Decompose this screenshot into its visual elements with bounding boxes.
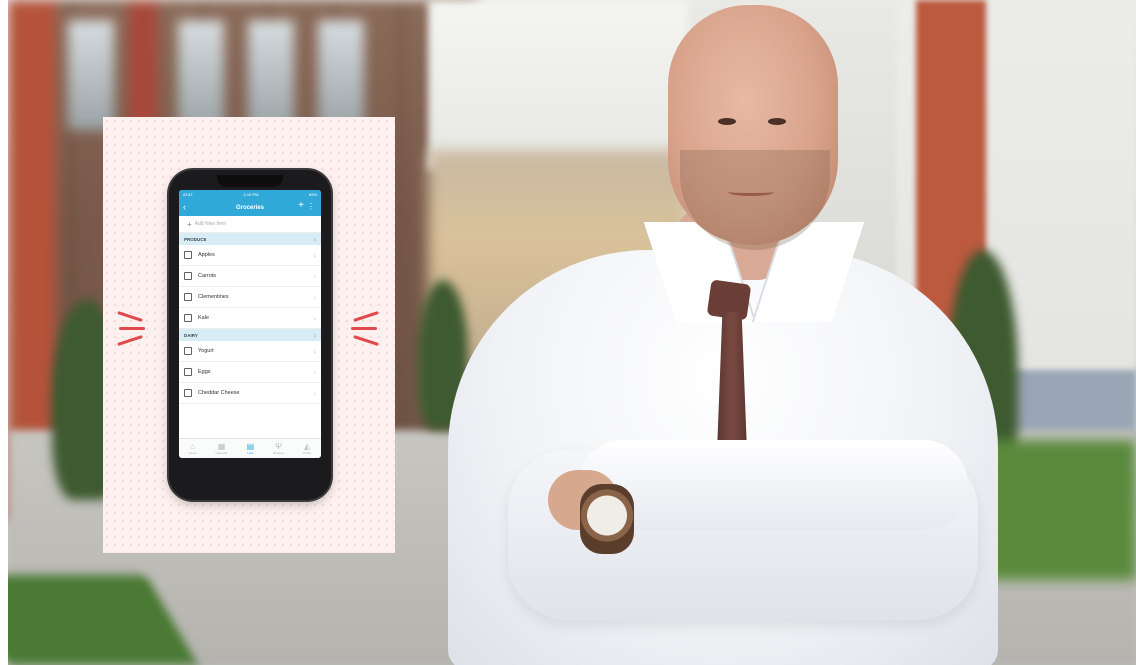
app-promo-card: AT&T 2:19 PM 69% ‹ Groceries + ⋮ + Add N… (103, 117, 395, 553)
app-screen: AT&T 2:19 PM 69% ‹ Groceries + ⋮ + Add N… (179, 190, 321, 458)
list-item[interactable]: Kale 1 (179, 308, 321, 329)
section-header-dairy[interactable]: DAIRY 3 (179, 329, 321, 341)
checkbox[interactable] (184, 368, 192, 376)
tab-label: Home (188, 451, 197, 455)
nav-bar: ‹ Groceries + ⋮ (179, 199, 321, 216)
tab-bar: ⌂ Home ▦ Calendar ▤ Lists Ψ Recipes ◭ Pr… (179, 438, 321, 458)
checkbox[interactable] (184, 293, 192, 301)
item-label: Yogurt (198, 348, 214, 354)
man-with-crossed-arms (428, 0, 1028, 665)
plus-icon: + (187, 219, 192, 229)
tab-recipes[interactable]: Ψ Recipes (273, 442, 284, 455)
checkbox[interactable] (184, 251, 192, 259)
tab-home[interactable]: ⌂ Home (188, 442, 196, 455)
item-label: Eggs (198, 369, 211, 375)
list-item[interactable]: Cheddar Cheese 1 (179, 383, 321, 404)
phone-notch (217, 175, 283, 187)
more-icon[interactable]: ⋮ (307, 202, 315, 212)
list-item[interactable]: Apples 1 (179, 245, 321, 266)
add-item-input[interactable]: + Add New Item (179, 216, 321, 233)
list-item[interactable]: Eggs 1 (179, 362, 321, 383)
tab-profile[interactable]: ◭ Profile (303, 442, 312, 455)
tab-lists[interactable]: ▤ Lists (247, 442, 255, 455)
item-label: Kale (198, 315, 210, 321)
burst-right-icon (351, 309, 381, 349)
item-qty: 1 (313, 390, 316, 396)
burst-left-icon (117, 309, 147, 349)
section-count: 4 (313, 236, 316, 242)
item-label: Cheddar Cheese (198, 390, 240, 396)
section-title: PRODUCE (184, 236, 207, 242)
item-qty: 1 (313, 315, 316, 321)
back-icon[interactable]: ‹ (183, 202, 186, 212)
tab-label: Profile (302, 451, 312, 455)
section-header-produce[interactable]: PRODUCE 4 (179, 233, 321, 245)
tab-calendar[interactable]: ▦ Calendar (215, 442, 227, 455)
calendar-icon: ▦ (217, 442, 226, 451)
status-bar: AT&T 2:19 PM 69% (179, 190, 321, 199)
clock: 2:19 PM (243, 192, 259, 197)
item-qty: 1 (313, 273, 316, 279)
item-qty: 1 (313, 369, 316, 375)
profile-icon: ◭ (304, 442, 311, 451)
list-icon: ▤ (246, 442, 255, 451)
item-qty: 1 (313, 348, 316, 354)
item-qty: 1 (313, 294, 316, 300)
home-icon: ⌂ (190, 442, 195, 451)
list-item[interactable]: Clementines 1 (179, 287, 321, 308)
tab-label: Calendar (215, 451, 228, 455)
item-label: Apples (198, 252, 215, 258)
phone-mockup: AT&T 2:19 PM 69% ‹ Groceries + ⋮ + Add N… (169, 170, 331, 500)
utensils-icon: Ψ (275, 442, 282, 451)
item-label: Clementines (198, 294, 229, 300)
tab-label: Lists (247, 451, 254, 455)
checkbox[interactable] (184, 389, 192, 397)
battery-level: 69% (308, 192, 317, 197)
add-item-placeholder: Add New Item (194, 221, 227, 227)
list-item[interactable]: Carrots 1 (179, 266, 321, 287)
list-item[interactable]: Yogurt 1 (179, 341, 321, 362)
item-label: Carrots (198, 273, 217, 279)
add-icon[interactable]: + (298, 201, 304, 211)
wristwatch (580, 484, 634, 554)
checkbox[interactable] (184, 347, 192, 355)
carrier-label: AT&T (183, 192, 193, 197)
list-title: Groceries (235, 204, 265, 211)
tab-label: Recipes (273, 451, 284, 455)
checkbox[interactable] (184, 314, 192, 322)
checkbox[interactable] (184, 272, 192, 280)
section-count: 3 (313, 332, 316, 338)
item-qty: 1 (313, 252, 316, 258)
section-title: DAIRY (184, 332, 198, 338)
